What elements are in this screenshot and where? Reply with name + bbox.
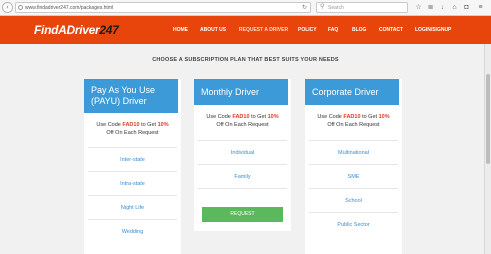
plan-option[interactable]: Night Life [88, 195, 177, 219]
plan-option[interactable]: Multinational [309, 140, 398, 164]
plan-promo: Use Code FAD10 to Get 10% Off On Each Re… [194, 113, 291, 129]
plan-card-payu: Pay As You Use (PAYU) Driver Use Code FA… [84, 79, 181, 254]
menu-icon[interactable]: ≡ [476, 3, 485, 12]
request-button[interactable]: REQUEST [202, 207, 283, 222]
plan-option[interactable]: Wedding [88, 219, 177, 243]
plan-title: Corporate Driver [305, 79, 399, 105]
site-header: FindADriver247 HOME ABOUT US REQUEST A D… [0, 16, 491, 44]
plan-option-label: Individual [230, 150, 255, 156]
promo-suffix: Off On Each Request [327, 122, 380, 128]
nav-policy[interactable]: POLICY [298, 27, 317, 34]
plan-option-label: Intra-state [120, 181, 145, 187]
plan-option[interactable]: School [309, 188, 398, 212]
browser-search-input[interactable]: ⚲ Search [316, 2, 408, 13]
promo-code: FAD10 [232, 114, 250, 120]
promo-prefix: Use Code [317, 114, 342, 120]
url-text: www.findadriver247.com/packages.html [25, 5, 114, 11]
home-icon[interactable]: ⌂ [450, 3, 459, 12]
page-scrollbar[interactable] [484, 44, 491, 254]
downloads-icon[interactable]: ↓ [438, 3, 447, 12]
nav-contact[interactable]: CONTACT [379, 27, 403, 34]
promo-discount: 10% [378, 114, 390, 120]
back-arrow-icon[interactable]: ‹ [2, 2, 13, 13]
plan-card-corporate: Corporate Driver Use Code FAD10 to Get 1… [305, 79, 402, 254]
page-title: CHOOSE A SUBSCRIPTION PLAN THAT BEST SUI… [152, 57, 339, 63]
promo-prefix: Use Code [206, 114, 231, 120]
plan-option-label: Night Life [120, 205, 145, 211]
bookmark-star-icon[interactable]: ☆ [414, 3, 423, 12]
logo-accent-text: 247 [99, 23, 119, 37]
plan-option-label: Public Sector [337, 222, 370, 228]
plan-card-monthly: Monthly Driver Use Code FAD10 to Get 10%… [194, 79, 291, 231]
plan-title: Pay As You Use (PAYU) Driver [84, 79, 178, 113]
plan-option-label: Wedding [121, 229, 144, 235]
address-bar[interactable]: www.findadriver247.com/packages.html ↻ [15, 2, 311, 13]
divider [198, 188, 287, 189]
site-info-icon[interactable] [18, 5, 23, 10]
plan-promo: Use Code FAD10 to Get 10% Off On Each Re… [305, 113, 402, 129]
search-icon: ⚲ [320, 4, 325, 10]
promo-mid: to Get [251, 114, 267, 120]
plan-option[interactable]: Inter-state [88, 147, 177, 171]
nav-login-signup[interactable]: LOGIN/SIGNUP [415, 27, 451, 34]
nav-blog[interactable]: BLOG [352, 27, 366, 34]
promo-mid: to Get [141, 122, 157, 128]
plan-option[interactable]: Individual [198, 140, 287, 164]
reading-list-icon[interactable]: ≣ [426, 3, 435, 12]
reload-icon[interactable]: ↻ [302, 4, 307, 12]
promo-suffix: Off On Each Request [216, 122, 269, 128]
site-logo[interactable]: FindADriver247 [34, 23, 119, 37]
plan-option-label: Family [234, 174, 251, 180]
plan-title: Monthly Driver [194, 79, 288, 105]
plan-option[interactable]: Public Sector [309, 212, 398, 236]
plan-option-label: Multinational [338, 150, 369, 156]
promo-suffix: Off On Each Request [106, 130, 159, 136]
plan-option-label: Inter-state [120, 157, 145, 163]
promo-discount: 10% [157, 122, 169, 128]
plan-option-label: SME [347, 174, 360, 180]
pocket-icon[interactable]: ◘ [462, 3, 471, 12]
search-placeholder: Search [328, 5, 344, 11]
scrollbar-thumb[interactable] [486, 74, 490, 164]
nav-faq[interactable]: FAQ [328, 27, 338, 34]
promo-discount: 10% [267, 114, 279, 120]
plan-option[interactable]: Family [198, 164, 287, 188]
plan-option-label: School [345, 198, 362, 204]
promo-prefix: Use Code [96, 122, 121, 128]
plan-promo: Use Code FAD10 to Get 10% Off On Each Re… [84, 121, 181, 137]
promo-mid: to Get [362, 114, 378, 120]
plan-option[interactable]: Intra-state [88, 171, 177, 195]
promo-code: FAD10 [343, 114, 361, 120]
nav-home[interactable]: HOME [173, 27, 188, 34]
plan-option[interactable]: SME [309, 164, 398, 188]
nav-request-a-driver[interactable]: REQUEST A DRIVER [239, 27, 288, 34]
promo-code: FAD10 [122, 122, 140, 128]
browser-toolbar: ‹ www.findadriver247.com/packages.html ↻… [0, 0, 491, 16]
logo-text: FindADriver [34, 23, 100, 37]
nav-about-us[interactable]: ABOUT US [200, 27, 226, 34]
